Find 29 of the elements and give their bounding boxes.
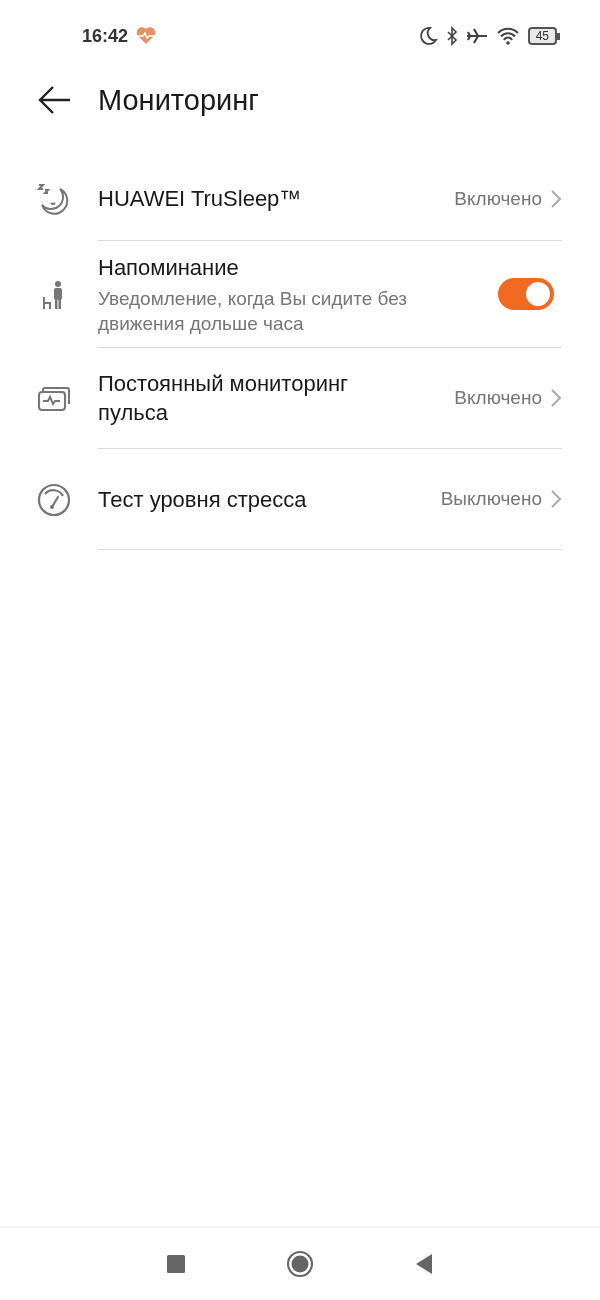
chevron-right-icon (550, 388, 562, 408)
chevron-right-icon (550, 489, 562, 509)
chevron-right-icon (550, 188, 562, 209)
wifi-icon (495, 26, 520, 46)
back-button[interactable] (38, 85, 72, 115)
settings-row[interactable]: Тест уровня стресса Выключено (0, 449, 600, 550)
battery-icon: 45 (527, 27, 560, 45)
back-nav-button[interactable] (414, 1253, 434, 1275)
settings-row[interactable]: Напоминание Уведомление, когда Вы сидите без движения дольше часа (0, 241, 600, 348)
bluetooth-icon (445, 26, 458, 46)
row-description: Уведомление, когда Вы сидите без движения дольше часа (98, 286, 409, 336)
status-value: Включено (454, 187, 542, 210)
status-value: Включено (454, 387, 542, 409)
recent-apps-button[interactable] (166, 1254, 186, 1274)
settings-row[interactable]: HUAWEI TruSleep™ Включено (0, 157, 600, 241)
settings-row[interactable]: Постоянный мониторинг пульса Включено (0, 348, 600, 449)
row-title: HUAWEI TruSleep™ (98, 185, 303, 213)
status-value: Выключено (440, 488, 542, 510)
status-time: 16:42 (82, 25, 129, 47)
airplane-icon (465, 26, 488, 46)
row-title: Тест уровня стресса (98, 485, 308, 514)
heart-rate-icon (136, 27, 157, 45)
toggle-switch[interactable] (498, 278, 554, 310)
row-title: Постоянный мониторинг пульса (98, 370, 350, 427)
row-title: Напоминание (98, 253, 240, 282)
gauge-icon (36, 481, 72, 518)
page-title: Мониторинг (98, 83, 259, 117)
home-button[interactable] (286, 1250, 314, 1278)
moon-icon (417, 26, 438, 46)
